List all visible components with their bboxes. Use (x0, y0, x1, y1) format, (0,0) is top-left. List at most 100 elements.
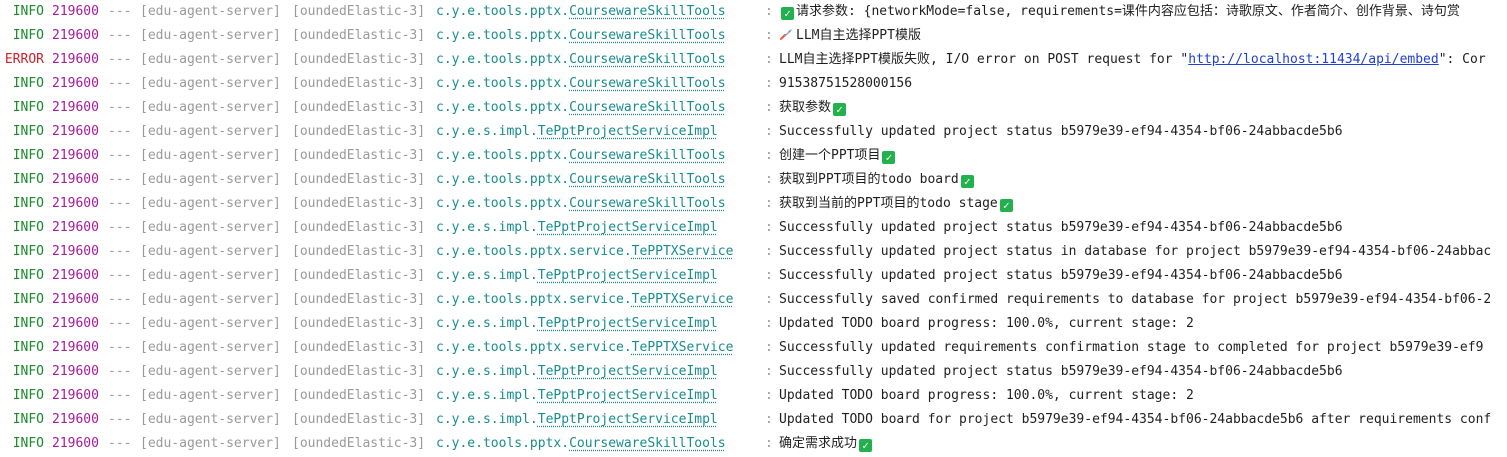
log-logger: c.y.e.tools.pptx.CoursewareSkillTools (436, 24, 726, 48)
log-pid: 219600 (52, 220, 99, 235)
logger-package: c.y.e.s.impl. (436, 220, 538, 235)
log-message-text: Successfully updated project status b597… (779, 364, 1343, 379)
log-app-name: [edu-agent-server] (140, 388, 281, 403)
log-message-text: Successfully updated project status b597… (779, 124, 1343, 139)
logger-class-link[interactable]: TePPTXService (632, 244, 734, 259)
log-row: INFO 219600 --- [edu-agent-server] [oundedEl… (0, 384, 1507, 408)
log-pid: 219600 (52, 292, 99, 307)
logger-package: c.y.e.s.impl. (436, 364, 538, 379)
log-logger: c.y.e.tools.pptx.CoursewareSkillTools (436, 0, 726, 24)
log-colon: : (765, 412, 773, 427)
check-icon: ✓ (833, 103, 847, 116)
log-pid: 219600 (52, 172, 99, 187)
logger-class-link[interactable]: TePptProjectServiceImpl (538, 268, 718, 283)
log-separator: --- (108, 364, 132, 379)
logger-class-link[interactable]: CoursewareSkillTools (569, 52, 726, 67)
log-thread: [oundedElastic-3] (292, 28, 426, 43)
log-message-text: Successfully updated requirements confir… (779, 340, 1484, 355)
log-row: INFO 219600 --- [edu-agent-server] [oundedEl… (0, 312, 1507, 336)
log-separator: --- (108, 436, 132, 451)
log-pid: 219600 (52, 100, 99, 115)
logger-class-link[interactable]: TePptProjectServiceImpl (538, 388, 718, 403)
logger-class-link[interactable]: CoursewareSkillTools (569, 100, 726, 115)
logger-class-link[interactable]: CoursewareSkillTools (569, 28, 726, 43)
logger-class-link[interactable]: TePptProjectServiceImpl (538, 124, 718, 139)
logger-package: c.y.e.tools.pptx.service. (436, 340, 632, 355)
log-row: INFO 219600 --- [edu-agent-server] [oundedEl… (0, 288, 1507, 312)
log-colon: : (765, 100, 773, 115)
log-pid: 219600 (52, 76, 99, 91)
logger-package: c.y.e.tools.pptx. (436, 76, 570, 91)
logger-class-link[interactable]: CoursewareSkillTools (569, 196, 726, 211)
log-row: INFO 219600 --- [edu-agent-server] [oundedEl… (0, 24, 1507, 48)
log-app-name: [edu-agent-server] (140, 124, 281, 139)
logger-package: c.y.e.s.impl. (436, 124, 538, 139)
logger-class-link[interactable]: CoursewareSkillTools (569, 148, 726, 163)
log-thread: [oundedElastic-3] (292, 172, 426, 187)
logger-class-link[interactable]: TePptProjectServiceImpl (538, 316, 718, 331)
log-level: INFO (12, 340, 44, 355)
log-message-text: LLM自主选择PPT模版失败, I/O error on POST reques… (779, 52, 1189, 67)
log-separator: --- (108, 196, 132, 211)
log-app-name: [edu-agent-server] (140, 292, 281, 307)
log-app-name: [edu-agent-server] (140, 316, 281, 331)
logger-class-link[interactable]: TePPTXService (632, 292, 734, 307)
log-separator: --- (108, 52, 132, 67)
log-separator: --- (108, 292, 132, 307)
logger-package: c.y.e.tools.pptx.service. (436, 244, 632, 259)
log-message-text: Updated TODO board progress: 100.0%, cur… (779, 316, 1194, 331)
log-logger: c.y.e.tools.pptx.CoursewareSkillTools (436, 96, 726, 120)
log-pid: 219600 (52, 196, 99, 211)
logger-class-link[interactable]: CoursewareSkillTools (569, 436, 726, 451)
log-row: INFO 219600 --- [edu-agent-server] [oundedEl… (0, 144, 1507, 168)
log-logger: c.y.e.tools.pptx.CoursewareSkillTools (436, 432, 726, 456)
console-log-output[interactable]: INFO 219600 --- [edu-agent-server] [oundedEl… (0, 0, 1507, 457)
log-level: INFO (12, 4, 44, 19)
log-app-name: [edu-agent-server] (140, 268, 281, 283)
log-separator: --- (108, 172, 132, 187)
log-level: INFO (12, 196, 44, 211)
log-pid: 219600 (52, 388, 99, 403)
log-separator: --- (108, 148, 132, 163)
log-colon: : (765, 52, 773, 67)
log-message: LLM自主选择PPT模版 (779, 24, 921, 48)
check-icon: ✓ (781, 7, 794, 20)
log-pid: 219600 (52, 364, 99, 379)
logger-class-link[interactable]: CoursewareSkillTools (569, 172, 726, 187)
log-pid: 219600 (52, 28, 99, 43)
logger-package: c.y.e.s.impl. (436, 412, 538, 427)
log-message-text: 获取到PPT项目的todo board (779, 172, 959, 187)
log-level: INFO (12, 436, 44, 451)
logger-class-link[interactable]: CoursewareSkillTools (569, 76, 726, 91)
log-level: ERROR (4, 52, 44, 67)
log-message: Successfully updated project status b597… (779, 216, 1343, 240)
log-message: Successfully updated requirements confir… (779, 336, 1483, 360)
logger-class-link[interactable]: TePptProjectServiceImpl (538, 364, 718, 379)
log-app-name: [edu-agent-server] (140, 148, 281, 163)
log-logger: c.y.e.s.impl.TePptProjectServiceImpl (436, 216, 718, 240)
log-url-link[interactable]: http://localhost:11434/api/embed (1188, 52, 1438, 67)
log-message: Updated TODO board for project b5979e39-… (779, 408, 1491, 432)
log-colon: : (765, 220, 773, 235)
log-logger: c.y.e.tools.pptx.CoursewareSkillTools (436, 72, 726, 96)
log-app-name: [edu-agent-server] (140, 220, 281, 235)
log-separator: --- (108, 268, 132, 283)
log-message: Successfully updated project status b597… (779, 120, 1343, 144)
log-message: Successfully updated project status in d… (779, 240, 1491, 264)
check-icon: ✓ (999, 199, 1013, 212)
log-level: INFO (12, 172, 44, 187)
log-message: Successfully updated project status b597… (779, 264, 1343, 288)
log-separator: --- (108, 100, 132, 115)
log-colon: : (765, 436, 773, 451)
logger-class-link[interactable]: TePPTXService (632, 340, 734, 355)
log-thread: [oundedElastic-3] (292, 100, 426, 115)
log-logger: c.y.e.tools.pptx.CoursewareSkillTools (436, 168, 726, 192)
log-thread: [oundedElastic-3] (292, 124, 426, 139)
log-separator: --- (108, 76, 132, 91)
logger-class-link[interactable]: TePptProjectServiceImpl (538, 412, 718, 427)
log-logger: c.y.e.s.impl.TePptProjectServiceImpl (436, 360, 718, 384)
log-message: Successfully saved confirmed requirement… (779, 288, 1491, 312)
logger-class-link[interactable]: TePptProjectServiceImpl (538, 220, 718, 235)
logger-class-link[interactable]: CoursewareSkillTools (569, 4, 726, 19)
check-icon: ✓ (859, 439, 873, 452)
